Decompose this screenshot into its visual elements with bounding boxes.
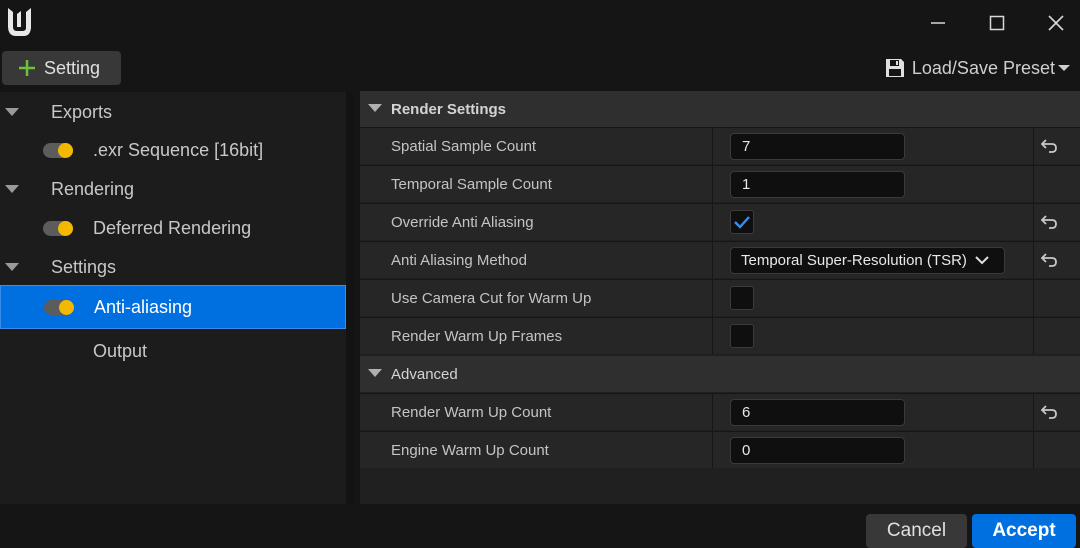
anti-aliasing-method-dropdown[interactable]: Temporal Super-Resolution (TSR) [730, 247, 1005, 274]
tree-item-deferred-rendering[interactable]: Deferred Rendering [0, 209, 346, 247]
section-title: Render Settings [391, 100, 507, 118]
property-row-render-warm-up-frames: Render Warm Up Frames [360, 317, 1080, 355]
property-label: Render Warm Up Frames [391, 328, 563, 345]
reset-to-default-icon[interactable] [1040, 214, 1058, 230]
property-row-spatial-sample-count: Spatial Sample Count 7 [360, 127, 1080, 165]
expand-arrow-icon[interactable] [5, 263, 19, 272]
tree-item-exr-sequence[interactable]: .exr Sequence [16bit] [0, 131, 346, 169]
tree-item-label: Output [93, 340, 148, 361]
property-row-override-anti-aliasing: Override Anti Aliasing [360, 203, 1080, 241]
tree-category-settings[interactable]: Settings [0, 248, 346, 286]
add-setting-label: Setting [44, 57, 101, 78]
unreal-logo-icon [4, 4, 36, 40]
property-label: Engine Warm Up Count [391, 442, 549, 459]
enable-toggle[interactable] [44, 300, 74, 315]
tree-item-label: Deferred Rendering [93, 217, 252, 238]
caret-down-icon [1058, 63, 1070, 73]
property-label: Use Camera Cut for Warm Up [391, 290, 592, 307]
section-title: Advanced [391, 365, 458, 383]
tree-item-anti-aliasing[interactable]: Anti-aliasing [0, 285, 346, 329]
temporal-sample-count-input[interactable]: 1 [730, 171, 905, 198]
add-setting-button[interactable]: Setting [2, 51, 121, 85]
expand-arrow-icon[interactable] [5, 185, 19, 194]
checkmark-icon [734, 216, 750, 229]
enable-toggle[interactable] [43, 143, 73, 158]
tree-category-exports[interactable]: Exports [0, 93, 346, 131]
maximize-icon[interactable] [975, 4, 1019, 42]
reset-to-default-icon[interactable] [1040, 138, 1058, 154]
tree-item-label: .exr Sequence [16bit] [93, 139, 264, 160]
tree-category-label: Rendering [51, 178, 135, 199]
render-warm-up-frames-checkbox[interactable] [730, 324, 754, 348]
plus-icon [18, 59, 36, 77]
render-warm-up-count-input[interactable]: 6 [730, 399, 905, 426]
reset-to-default-icon[interactable] [1040, 404, 1058, 420]
tree-category-label: Settings [51, 256, 117, 277]
load-save-preset-button[interactable]: Load/Save Preset [885, 54, 1070, 82]
chevron-down-icon [975, 256, 989, 265]
tree-item-label: Anti-aliasing [94, 296, 193, 317]
enable-toggle[interactable] [43, 221, 73, 236]
use-camera-cut-checkbox[interactable] [730, 286, 754, 310]
property-row-use-camera-cut: Use Camera Cut for Warm Up [360, 279, 1080, 317]
tree-category-label: Exports [51, 101, 113, 122]
engine-warm-up-count-input[interactable]: 0 [730, 437, 905, 464]
minimize-icon[interactable] [916, 4, 960, 42]
property-label: Spatial Sample Count [391, 138, 537, 155]
property-row-temporal-sample-count: Temporal Sample Count 1 [360, 165, 1080, 203]
property-row-engine-warm-up-count: Engine Warm Up Count 0 [360, 431, 1080, 469]
tree-scrollbar[interactable] [346, 92, 354, 504]
override-anti-aliasing-checkbox[interactable] [730, 210, 754, 234]
cancel-button[interactable]: Cancel [866, 514, 967, 548]
reset-to-default-icon[interactable] [1040, 252, 1058, 268]
tree-category-rendering[interactable]: Rendering [0, 170, 346, 208]
expand-arrow-icon[interactable] [5, 108, 19, 117]
dropdown-value: Temporal Super-Resolution (TSR) [741, 252, 967, 269]
spatial-sample-count-input[interactable]: 7 [730, 133, 905, 160]
save-disk-icon [885, 58, 905, 78]
accept-button[interactable]: Accept [972, 514, 1076, 548]
property-label: Anti Aliasing Method [391, 252, 527, 269]
tree-item-output[interactable]: Output [0, 332, 346, 370]
preset-label: Load/Save Preset [911, 57, 1055, 78]
property-label: Render Warm Up Count [391, 404, 552, 421]
expand-arrow-icon[interactable] [368, 104, 382, 113]
property-label: Temporal Sample Count [391, 176, 552, 193]
property-label: Override Anti Aliasing [391, 214, 534, 231]
expand-arrow-icon[interactable] [368, 369, 382, 378]
property-row-anti-aliasing-method: Anti Aliasing Method Temporal Super-Reso… [360, 241, 1080, 279]
close-icon[interactable] [1034, 4, 1078, 42]
property-row-render-warm-up-count: Render Warm Up Count 6 [360, 393, 1080, 431]
section-advanced[interactable]: Advanced [360, 356, 1080, 392]
section-render-settings[interactable]: Render Settings [360, 91, 1080, 127]
